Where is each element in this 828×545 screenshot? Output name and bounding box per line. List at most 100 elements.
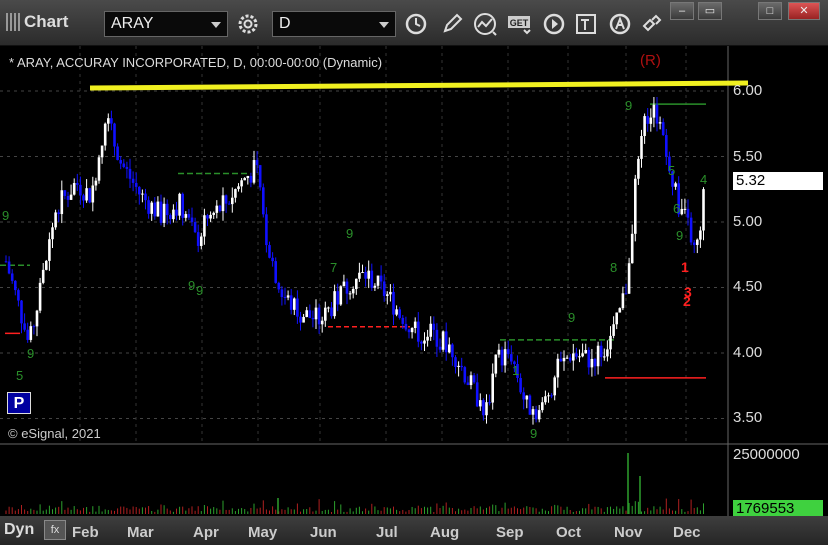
candle (503, 349, 507, 366)
candle (128, 168, 132, 179)
setup-count: 6 (673, 201, 680, 216)
candle (658, 122, 662, 124)
candle (32, 326, 36, 328)
candle (444, 331, 448, 353)
candle (72, 183, 76, 195)
setup-count: 1 (512, 363, 519, 378)
candle (330, 307, 333, 317)
candle (243, 178, 246, 181)
candle (339, 286, 343, 305)
candle (134, 182, 138, 187)
candle (379, 275, 383, 282)
candle (404, 323, 408, 330)
countdown-count: 1 (681, 259, 689, 275)
maximize-button[interactable]: □ (758, 2, 782, 20)
candle (426, 336, 429, 341)
candle (702, 189, 705, 231)
candle (612, 324, 615, 336)
candle (544, 396, 547, 403)
last-price-tag: 5.32 (733, 172, 823, 190)
setup-count: 5 (668, 163, 675, 178)
candle (122, 163, 126, 167)
candle (262, 187, 265, 215)
candle (255, 160, 259, 166)
dyn-label[interactable]: Dyn (4, 521, 34, 539)
candle (66, 195, 70, 200)
line-study-icon[interactable] (472, 10, 500, 38)
link-icon[interactable] (638, 10, 666, 38)
candle (76, 183, 79, 185)
candle (26, 329, 29, 340)
candle (454, 357, 457, 368)
candle (643, 116, 646, 137)
candle (320, 320, 324, 325)
candle (17, 290, 20, 301)
price-chart[interactable]: 9599 997199899456132 (0, 46, 828, 516)
candle (29, 326, 33, 340)
candle (144, 193, 147, 201)
chevron-down-icon[interactable] (379, 22, 389, 28)
app-logo: Chart (6, 12, 68, 32)
candle (398, 309, 401, 318)
candle (94, 180, 98, 186)
candle (336, 291, 339, 305)
chevron-down-icon[interactable] (211, 22, 221, 28)
alert-icon[interactable] (606, 10, 634, 38)
setup-count: 9 (530, 426, 537, 441)
setup-count: 9 (188, 278, 195, 293)
candle (587, 350, 591, 368)
candle (640, 136, 643, 159)
play-icon[interactable] (540, 10, 568, 38)
gear-icon[interactable] (234, 10, 262, 38)
volume-scale-label: 25000000 (733, 446, 800, 463)
candle (506, 349, 510, 355)
candle (317, 307, 321, 325)
candle (475, 382, 479, 407)
candle (141, 193, 144, 195)
candle (159, 201, 163, 223)
minimize-button[interactable]: – (670, 2, 694, 20)
month-label: Jun (310, 524, 337, 541)
setup-count: 7 (330, 260, 337, 275)
candle (125, 166, 129, 169)
candle (20, 300, 23, 324)
resistance-annotation: (R) (640, 52, 661, 69)
candle (271, 257, 274, 262)
chart-description: * ARAY, ACCURAY INCORPORATED, D, 00:00-0… (9, 55, 383, 70)
candle (593, 358, 597, 367)
restore-button[interactable]: ▭ (698, 2, 722, 20)
candle (60, 190, 64, 215)
pencil-icon[interactable] (438, 10, 466, 38)
candle (169, 215, 172, 220)
candle (696, 239, 699, 245)
clock-icon[interactable] (402, 10, 430, 38)
candle (596, 345, 600, 367)
candle (565, 357, 569, 359)
candle (525, 395, 529, 400)
get-icon[interactable]: GET (506, 10, 534, 38)
candle (100, 145, 104, 158)
candle (541, 402, 544, 411)
candle (556, 358, 560, 378)
symbol-value: ARAY (111, 15, 154, 32)
grip-icon[interactable] (6, 13, 20, 31)
candle (451, 344, 454, 358)
candle (370, 270, 374, 288)
candle (351, 288, 355, 294)
p-marker-button[interactable]: P (7, 392, 31, 414)
interval-combo[interactable]: D (272, 11, 396, 37)
candle (559, 358, 563, 362)
candle (231, 197, 234, 205)
candles (4, 96, 705, 425)
candle (311, 317, 315, 320)
resistance-trendline (89, 80, 749, 91)
close-button[interactable]: ✕ (788, 2, 820, 20)
fx-button[interactable]: fx (44, 520, 66, 540)
setup-count: 9 (625, 98, 632, 113)
candle (488, 402, 491, 404)
candle (627, 263, 631, 294)
countdown-count: 2 (683, 293, 691, 309)
symbol-combo[interactable]: ARAY (104, 11, 228, 37)
candle (227, 203, 231, 205)
text-tool-icon[interactable] (572, 10, 600, 38)
